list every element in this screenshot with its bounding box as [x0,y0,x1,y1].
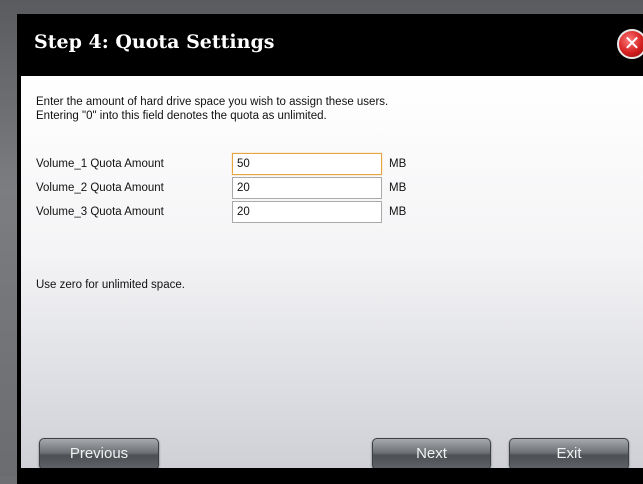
volume-2-quota-input[interactable] [232,177,382,199]
volume-3-quota-label: Volume_3 Quota Amount [36,206,164,218]
dialog-bottom-band [17,468,643,484]
next-button[interactable]: Next [372,438,491,470]
exit-button[interactable]: Exit [509,438,629,470]
dialog-titlebar: Step 4: Quota Settings [17,14,643,76]
intro-line-1: Enter the amount of hard drive space you… [36,96,389,108]
hint-text: Use zero for unlimited space. [36,279,185,291]
close-icon[interactable]: ✕ [617,29,643,59]
dialog-title: Step 4: Quota Settings [34,31,275,53]
intro-line-2: Entering "0" into this field denotes the… [36,110,327,122]
volume-3-unit: MB [389,206,407,218]
dialog-content: Enter the amount of hard drive space you… [21,76,643,470]
intro-text: Enter the amount of hard drive space you… [36,95,626,123]
volume-1-unit: MB [389,158,407,170]
volume-2-unit: MB [389,182,407,194]
volume-1-quota-input[interactable] [232,153,382,175]
volume-1-quota-label: Volume_1 Quota Amount [36,158,164,170]
quota-settings-dialog: Step 4: Quota Settings ✕ Enter the amoun… [17,14,643,484]
volume-3-quota-input[interactable] [232,201,382,223]
volume-2-quota-label: Volume_2 Quota Amount [36,182,164,194]
previous-button[interactable]: Previous [39,438,159,470]
